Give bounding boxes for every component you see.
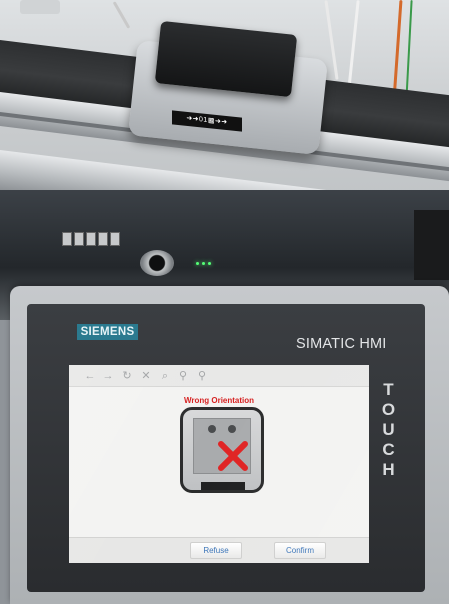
sensor: [140, 250, 174, 276]
terminal-block: [62, 232, 72, 246]
fixture-base: [201, 482, 245, 490]
button-bar: Refuse Confirm: [69, 537, 369, 563]
arrow-left-icon[interactable]: ←: [83, 369, 97, 383]
fixture-image: [180, 407, 264, 493]
close-icon[interactable]: ✕: [139, 369, 153, 383]
machine-corner-block: [414, 210, 449, 280]
refuse-button[interactable]: Refuse: [190, 542, 242, 559]
refresh-icon[interactable]: ↻: [120, 369, 134, 383]
zoom-icon[interactable]: ⌕: [158, 369, 172, 383]
confirm-button[interactable]: Confirm: [274, 542, 326, 559]
status-led: [202, 262, 205, 265]
model-label: SIMATIC HMI: [296, 336, 387, 352]
error-message: Wrong Orientation: [183, 396, 255, 405]
status-led: [208, 262, 211, 265]
cable: [20, 0, 60, 14]
fixture-plate: [193, 418, 251, 474]
message-panel: Wrong Orientation: [69, 387, 369, 537]
hmi-screen: ← → ↻ ✕ ⌕ ⚲ ⚲ Wrong Orientation Refuse C…: [69, 365, 369, 563]
zoom-out-icon[interactable]: ⚲: [195, 369, 209, 383]
wrong-x-icon: [218, 441, 248, 471]
zoom-in-icon[interactable]: ⚲: [176, 369, 190, 383]
screen-toolbar: ← → ↻ ✕ ⌕ ⚲ ⚲: [69, 365, 369, 387]
terminal-block: [110, 232, 120, 246]
terminal-block: [86, 232, 96, 246]
arrow-right-icon[interactable]: →: [101, 369, 115, 383]
brand-logo: SIEMENS: [77, 324, 138, 340]
fixture-hole: [228, 425, 236, 433]
status-led: [196, 262, 199, 265]
fixture-hole: [208, 425, 216, 433]
touch-label: TOUCH: [379, 380, 398, 480]
terminal-block: [74, 232, 84, 246]
terminal-block: [98, 232, 108, 246]
